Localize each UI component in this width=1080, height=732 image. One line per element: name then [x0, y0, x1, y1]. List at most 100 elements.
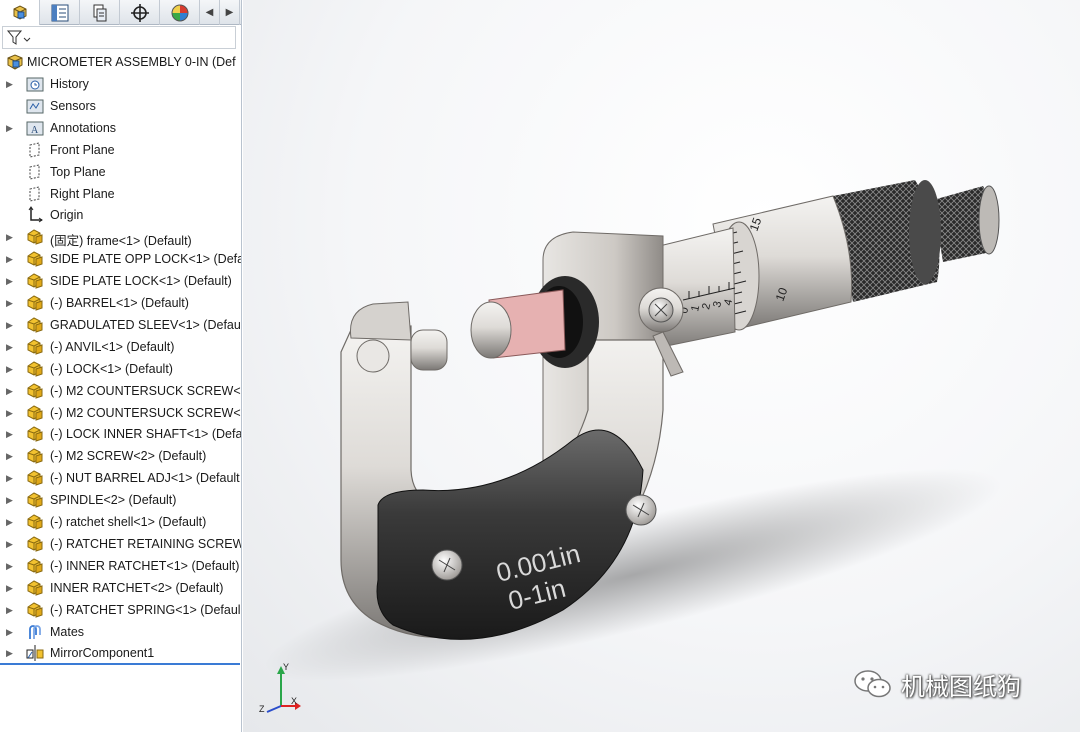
- feature-manager-panel: ◀ ▶ MICROMETER ASSEMBLY 0-IN (Def ▶ Histor…: [0, 0, 242, 732]
- expand-arrow-icon[interactable]: ▶: [6, 385, 14, 397]
- assembly-icon: [5, 53, 25, 71]
- expand-arrow-icon[interactable]: ▶: [6, 604, 14, 616]
- tree-item[interactable]: ▶ (-) M2 COUNTERSUCK SCREW<1: [0, 380, 242, 402]
- expand-arrow-icon[interactable]: ▶: [6, 560, 14, 572]
- tree-item[interactable]: ▶ GRADULATED SLEEV<1> (Default: [0, 314, 241, 336]
- expand-arrow-icon[interactable]: ▶: [6, 494, 14, 506]
- tree-item[interactable]: ▶ (-) LOCK<1> (Default): [0, 358, 241, 380]
- tree-item[interactable]: ▶ History: [0, 73, 241, 95]
- tree-item-label: (-) RATCHET RETAINING SCREW: [50, 536, 242, 551]
- tree-item[interactable]: ▶ (-) RATCHET SPRING<1> (Defaul: [0, 599, 241, 621]
- part-icon: [25, 338, 45, 356]
- expand-arrow-icon[interactable]: ▶: [6, 407, 14, 419]
- tree-item[interactable]: ▶ (-) INNER RATCHET<1> (Default): [0, 555, 241, 577]
- tree-item[interactable]: ▶ (-) M2 COUNTERSUCK SCREW<2: [0, 402, 241, 424]
- tree-item[interactable]: ▶ Mates: [0, 621, 241, 643]
- tree-item[interactable]: ▶ A Annotations: [0, 117, 241, 139]
- tree-item-label: Top Plane: [50, 164, 106, 179]
- tree-item-label: Sensors: [50, 98, 96, 113]
- expand-arrow-icon[interactable]: ▶: [6, 122, 14, 134]
- tab-scroll-right-button[interactable]: ▶: [220, 0, 240, 25]
- tree-item-label: (固定) frame<1> (Default): [50, 234, 192, 249]
- tree-item[interactable]: ▶ (-) ratchet shell<1> (Default): [0, 511, 241, 533]
- tab-dimxpert[interactable]: [120, 0, 160, 25]
- panel-collapse-handle[interactable]: [240, 350, 242, 380]
- tree-item-label: (-) ratchet shell<1> (Default): [50, 515, 207, 529]
- expand-arrow-icon[interactable]: ▶: [6, 253, 14, 265]
- expand-arrow-icon[interactable]: ▶: [6, 319, 14, 331]
- expand-arrow-icon[interactable]: ▶: [6, 78, 14, 90]
- part-icon: [25, 469, 45, 487]
- part-icon: [25, 425, 45, 443]
- tree-item[interactable]: ▶ (-) LOCK INNER SHAFT<1> (Defa: [0, 423, 242, 445]
- plane-icon: [25, 163, 45, 181]
- expand-arrow-icon[interactable]: ▶: [6, 472, 14, 484]
- expand-arrow-icon[interactable]: ▶: [6, 516, 14, 528]
- watermark: 机械图纸狗: [853, 664, 1021, 704]
- svg-text:A: A: [31, 125, 39, 136]
- part-icon: [25, 382, 45, 400]
- expand-arrow-icon[interactable]: ▶: [6, 450, 14, 462]
- tree-item[interactable]: ▶ (-) ANVIL<1> (Default): [0, 336, 241, 358]
- expand-arrow-icon[interactable]: ▶: [6, 363, 14, 375]
- part-icon: [25, 404, 45, 422]
- part-icon: [25, 535, 45, 553]
- tree-item-label: Right Plane: [50, 186, 115, 201]
- tree-item[interactable]: ▶ MirrorComponent1: [0, 642, 241, 664]
- tree-item[interactable]: ▶ (-) M2 SCREW<2> (Default): [0, 445, 241, 467]
- tree-item-label: (-) M2 COUNTERSUCK SCREW<1: [50, 383, 242, 398]
- expand-arrow-icon[interactable]: ▶: [6, 275, 14, 287]
- expand-arrow-icon[interactable]: ▶: [6, 341, 14, 353]
- tree-item[interactable]: ▶ SPINDLE<2> (Default): [0, 489, 241, 511]
- tree-item[interactable]: ▶ (-) NUT BARREL ADJ<1> (Default: [0, 467, 241, 489]
- reference-triad[interactable]: Y X Z: [253, 660, 303, 718]
- tree-item[interactable]: ▶ INNER RATCHET<2> (Default): [0, 577, 241, 599]
- part-icon: [25, 316, 45, 334]
- tree-item-label: (-) LOCK INNER SHAFT<1> (Defa: [50, 427, 242, 442]
- expand-arrow-icon[interactable]: ▶: [6, 538, 14, 550]
- tree-item[interactable]: Top Plane: [0, 161, 241, 183]
- plane-icon: [25, 185, 45, 203]
- graphics-area[interactable]: 15 10 0 1 2 3 4 0.001in 0-1in Y X Z 机械图纸…: [243, 0, 1080, 732]
- filter-icon[interactable]: [6, 29, 32, 47]
- tree-filter-box[interactable]: [2, 26, 236, 49]
- tree-root-assembly[interactable]: MICROMETER ASSEMBLY 0-IN (Def: [0, 51, 241, 73]
- sensors-folder-icon: [25, 97, 45, 115]
- expand-arrow-icon[interactable]: ▶: [6, 231, 14, 243]
- tree-item-label: INNER RATCHET<2> (Default): [50, 580, 224, 595]
- tree-item[interactable]: Front Plane: [0, 139, 241, 161]
- tree-item[interactable]: ▶ (固定) frame<1> (Default): [0, 226, 241, 249]
- expand-arrow-icon[interactable]: ▶: [6, 647, 14, 659]
- expand-arrow-icon[interactable]: ▶: [6, 428, 14, 440]
- tree-item[interactable]: Origin: [0, 204, 241, 226]
- dimxpert-icon: [130, 3, 149, 22]
- tree-item[interactable]: ▶ SIDE PLATE LOCK<1> (Default): [0, 270, 241, 292]
- tree-item[interactable]: ▶ SIDE PLATE OPP LOCK<1> (Defa: [0, 248, 242, 270]
- annotations-folder-icon: A: [25, 119, 45, 137]
- expand-arrow-icon[interactable]: ▶: [6, 582, 14, 594]
- expand-arrow-icon[interactable]: ▶: [6, 626, 14, 638]
- tree-item-label: Annotations: [50, 120, 117, 135]
- tree-item[interactable]: ▶ (-) RATCHET RETAINING SCREW: [0, 533, 242, 555]
- tree-item-label: (-) NUT BARREL ADJ<1> (Default: [50, 471, 240, 486]
- expand-arrow-icon[interactable]: ▶: [6, 297, 14, 309]
- tab-featuremanager[interactable]: [0, 0, 40, 25]
- tree-item[interactable]: ▶ (-) BARREL<1> (Default): [0, 292, 241, 314]
- tree-item-label: (-) ANVIL<1> (Default): [50, 339, 175, 354]
- watermark-text: 机械图纸狗: [901, 672, 1021, 701]
- tab-configurationmanager[interactable]: [80, 0, 120, 25]
- tab-scroll-left-button[interactable]: ◀: [200, 0, 220, 25]
- tree-item[interactable]: Sensors: [0, 95, 241, 117]
- tree-item-label: Mates: [50, 624, 85, 639]
- panel-tab-bar: ◀ ▶: [0, 0, 241, 25]
- tree-item-label: SIDE PLATE OPP LOCK<1> (Defa: [50, 252, 242, 267]
- origin-icon: [25, 206, 45, 224]
- mirror-component-icon: [25, 644, 45, 662]
- tab-propertymanager[interactable]: [40, 0, 80, 25]
- configurationmanager-icon: [93, 4, 106, 21]
- part-icon: [25, 360, 45, 378]
- part-icon: [25, 294, 45, 312]
- tree-item[interactable]: Right Plane: [0, 183, 241, 205]
- tree-item-label: (-) LOCK<1> (Default): [50, 361, 173, 376]
- tab-display-manager[interactable]: [160, 0, 200, 25]
